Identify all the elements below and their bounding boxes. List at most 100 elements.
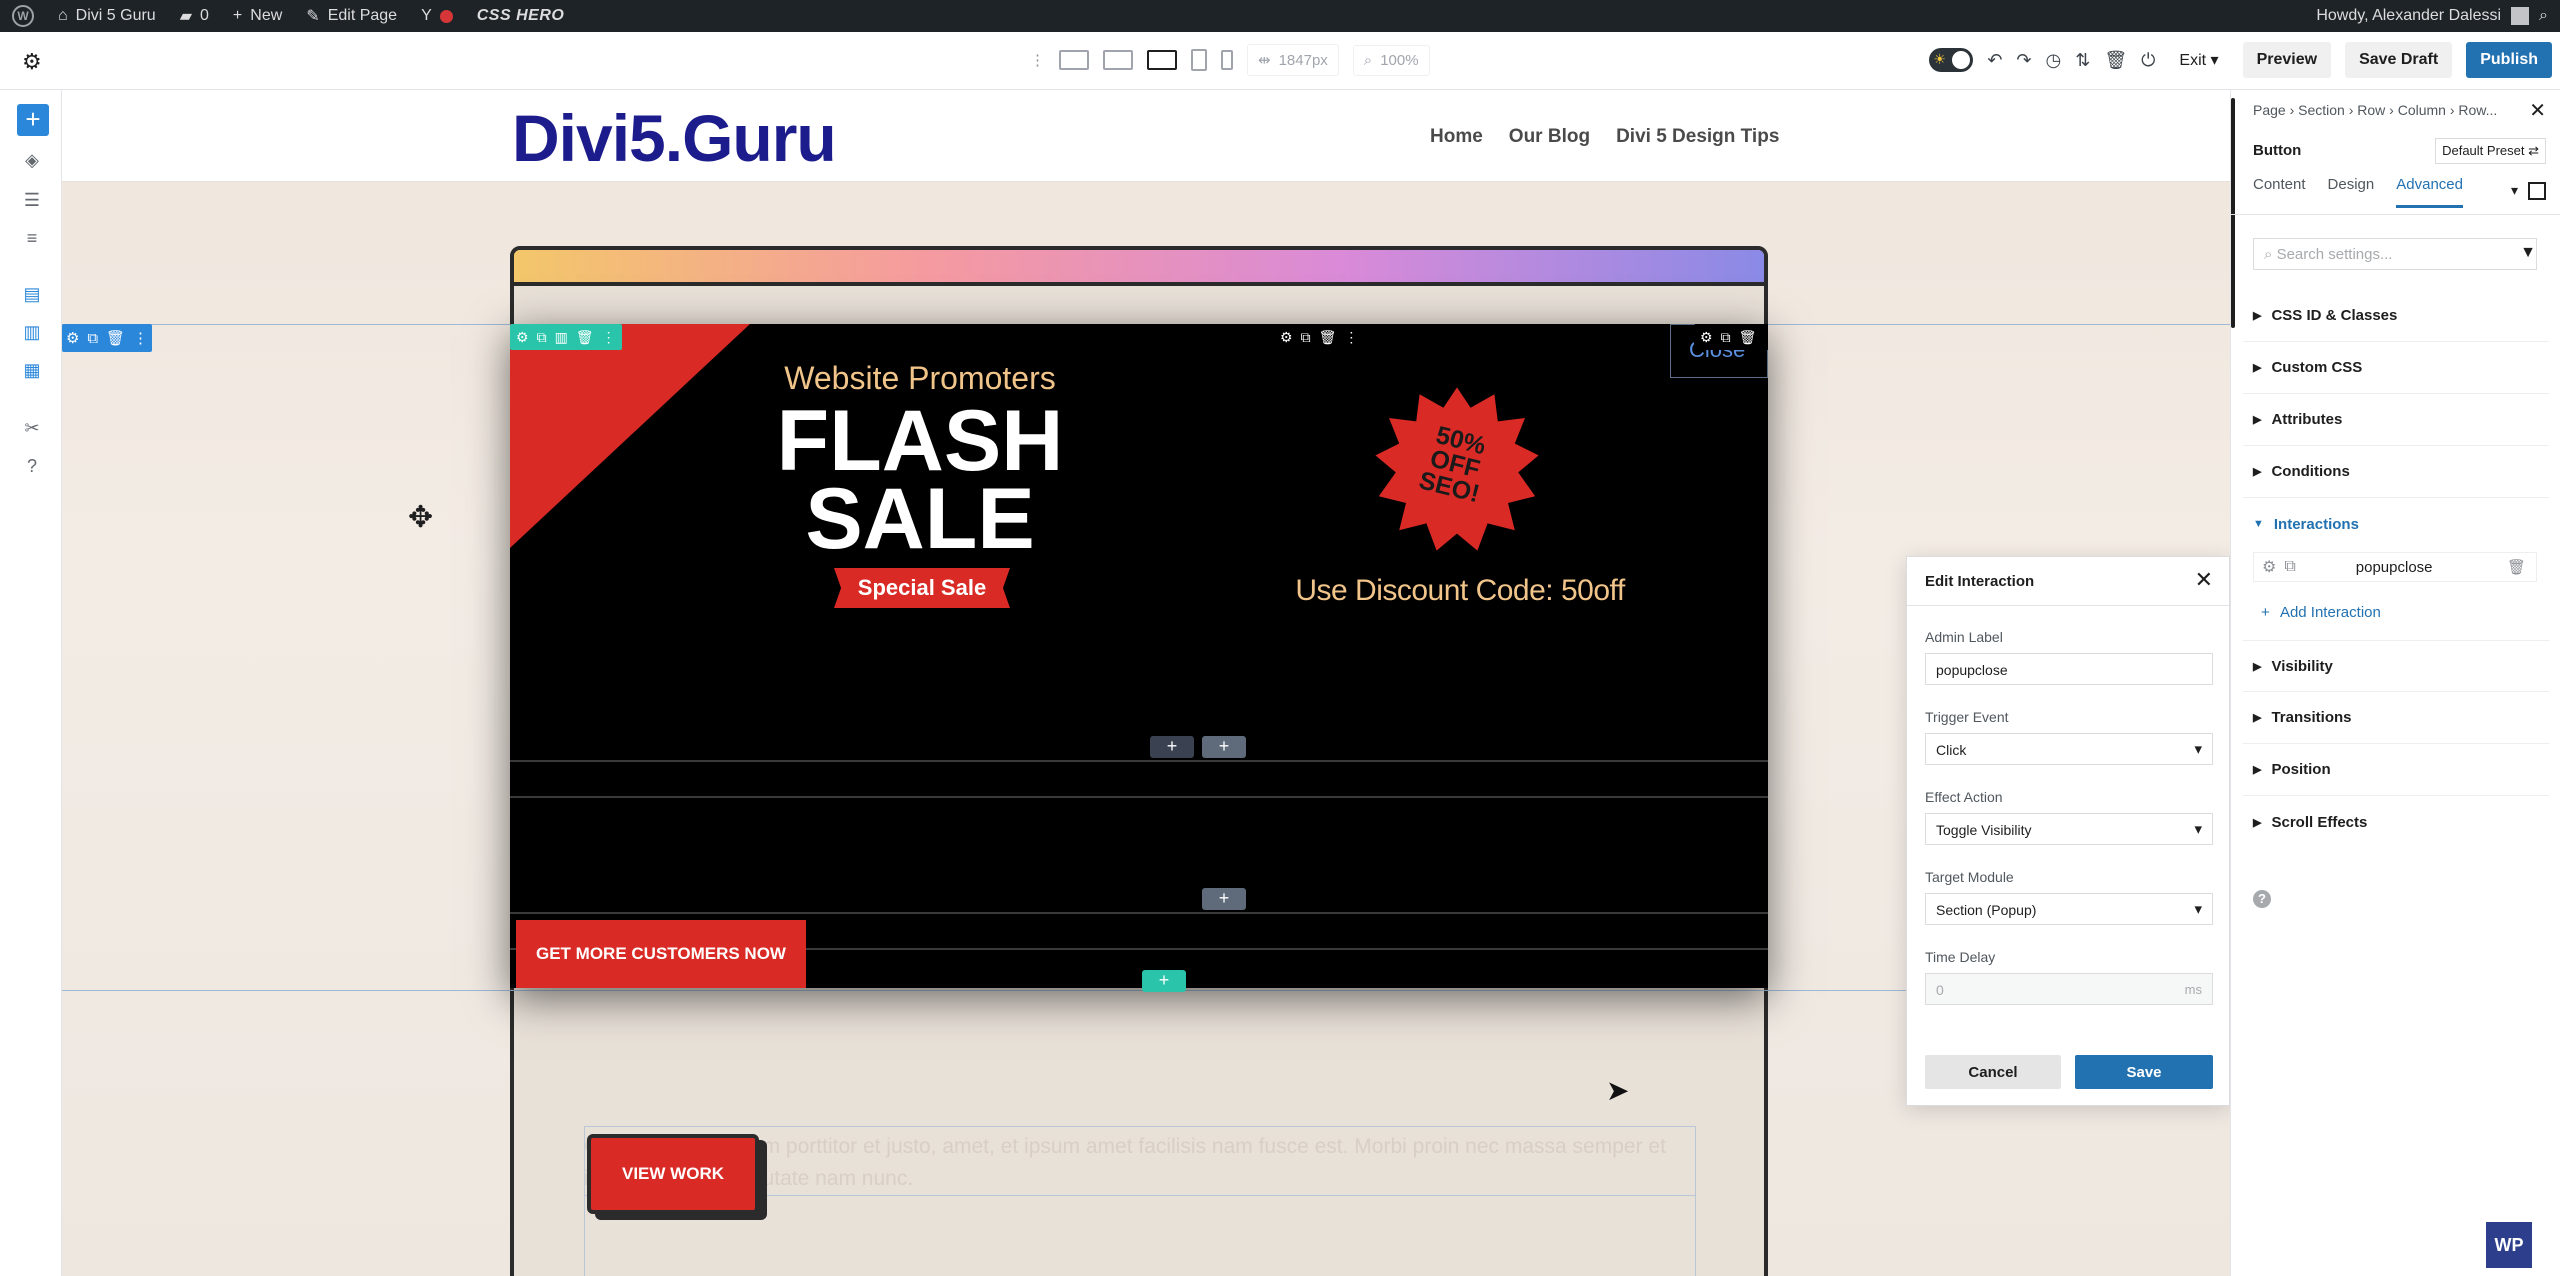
tab-design[interactable]: Design	[2328, 176, 2375, 208]
interaction-delete-icon[interactable]: 🗑	[2507, 558, 2526, 576]
theme-toggle[interactable]: ☀	[1929, 48, 1974, 72]
row-toolbar[interactable]: ⚙ ⧉ ▥ 🗑 ⋮	[510, 324, 622, 350]
page-templates-icon[interactable]: ▥	[20, 322, 44, 346]
css-hero-link[interactable]: CSS HERO	[465, 0, 577, 32]
tools-icon[interactable]: ✂	[20, 418, 44, 442]
nav-item-home[interactable]: Home	[1430, 126, 1483, 148]
page-library-icon[interactable]: ▦	[20, 360, 44, 384]
panel-scrollbar[interactable]	[2231, 98, 2235, 328]
row-delete-icon[interactable]: 🗑	[576, 329, 594, 346]
row-more-icon[interactable]: ⋮	[602, 329, 616, 346]
add-row-plus-button-2[interactable]: +	[1202, 888, 1246, 910]
close-more-icon[interactable]: ⋮	[1764, 329, 1768, 346]
tab-content[interactable]: Content	[2253, 176, 2306, 208]
page-settings-gear-icon[interactable]: ⚙	[22, 49, 42, 75]
add-module-button[interactable]: +	[17, 104, 49, 136]
undo-icon[interactable]: ↶	[1987, 50, 2002, 71]
settings-search-input[interactable]: ⌕ Search settings...	[2253, 238, 2537, 270]
section-delete-icon[interactable]: 🗑	[106, 329, 125, 347]
page-builder-icon[interactable]: ▤	[20, 284, 44, 308]
cancel-button[interactable]: Cancel	[1925, 1055, 2061, 1089]
site-name-link[interactable]: ⌂ Divi 5 Guru	[46, 0, 168, 32]
module-toolbar[interactable]: ⚙ ⧉ 🗑 ⋮	[1274, 324, 1365, 350]
popup-section[interactable]: Website Promoters FLASH SALE Special Sal…	[510, 324, 1768, 988]
trigger-event-select[interactable]: Click	[1925, 733, 2213, 765]
publish-button[interactable]: Publish	[2466, 42, 2552, 78]
view-work-button[interactable]: VIEW WORK	[587, 1134, 759, 1214]
yoast-menu[interactable]: Y	[409, 0, 465, 32]
zoom-field[interactable]: ⌕ 100%	[1352, 44, 1430, 76]
phone-view-icon[interactable]	[1221, 50, 1233, 70]
add-interaction-button[interactable]: + Add Interaction	[2261, 604, 2381, 621]
expand-panel-icon[interactable]	[2528, 182, 2546, 200]
tab-dropdown-icon[interactable]: ▾	[2511, 182, 2518, 200]
nav-item-blog[interactable]: Our Blog	[1509, 126, 1590, 148]
group-css-id-classes[interactable]: ▶ CSS ID & Classes	[2243, 290, 2549, 342]
tab-advanced[interactable]: Advanced	[2396, 176, 2463, 208]
exit-button[interactable]: Exit ▾	[2169, 44, 2228, 76]
filter-icon[interactable]: ▼	[2520, 244, 2536, 262]
section-duplicate-icon[interactable]: ⧉	[87, 330, 98, 347]
section-toolbar[interactable]: ⚙ ⧉ 🗑 ⋮	[62, 324, 152, 352]
effect-action-select[interactable]: Toggle Visibility	[1925, 813, 2213, 845]
close-settings-icon[interactable]: ⚙	[1700, 329, 1713, 346]
save-draft-button[interactable]: Save Draft	[2345, 42, 2453, 78]
add-module-plus-button[interactable]: +	[1150, 736, 1194, 758]
preset-select[interactable]: Default Preset ⇄	[2435, 138, 2546, 164]
close-icon[interactable]: ✕	[2195, 567, 2213, 593]
row-duplicate-icon[interactable]: ⧉	[537, 329, 547, 346]
add-row-plus-button[interactable]: +	[1202, 736, 1246, 758]
group-position[interactable]: ▶ Position	[2243, 744, 2549, 796]
more-vertical-icon[interactable]: ⋮	[1030, 51, 1045, 69]
tablet-view-icon[interactable]	[1191, 49, 1207, 71]
edit-page-link[interactable]: ✎ Edit Page	[294, 0, 409, 32]
search-icon[interactable]: ⌕	[2539, 7, 2548, 25]
module-settings-icon[interactable]: ⚙	[1280, 329, 1293, 346]
time-delay-input[interactable]: 0 ms	[1925, 973, 2213, 1005]
group-visibility[interactable]: ▶ Visibility	[2243, 640, 2549, 692]
close-panel-icon[interactable]: ✕	[2529, 98, 2546, 123]
desktop-wide-view-icon[interactable]	[1059, 50, 1089, 70]
layers-icon[interactable]: ◈	[20, 150, 44, 174]
interaction-settings-icon[interactable]: ⚙	[2262, 557, 2276, 577]
preview-button[interactable]: Preview	[2242, 42, 2332, 78]
settings-sliders-icon[interactable]: ≡	[20, 228, 44, 252]
target-module-select[interactable]: Section (Popup)	[1925, 893, 2213, 925]
group-scroll-effects[interactable]: ▶ Scroll Effects	[2243, 796, 2549, 848]
database-icon[interactable]: ☰	[20, 190, 44, 214]
help-icon[interactable]: ?	[2253, 890, 2271, 908]
close-module-toolbar[interactable]: ⚙ ⧉ 🗑 ⋮	[1694, 324, 1768, 350]
wordpress-logo-button[interactable]: W	[0, 0, 46, 32]
close-delete-icon[interactable]: 🗑	[1739, 329, 1757, 346]
clear-layout-trash-icon[interactable]: 🗑	[2104, 50, 2127, 71]
save-button[interactable]: Save	[2075, 1055, 2213, 1089]
breadcrumb[interactable]: Page › Section › Row › Column › Row...	[2253, 102, 2497, 118]
group-transitions[interactable]: ▶ Transitions	[2243, 692, 2549, 744]
redo-icon[interactable]: ↷	[2016, 50, 2031, 71]
group-interactions[interactable]: ▼ Interactions	[2243, 498, 2549, 550]
group-conditions[interactable]: ▶ Conditions	[2243, 446, 2549, 498]
admin-label-input[interactable]: popupclose	[1925, 653, 2213, 685]
desktop-view-icon[interactable]	[1103, 50, 1133, 70]
help-icon[interactable]: ?	[20, 456, 44, 480]
row-columns-icon[interactable]: ▥	[555, 329, 568, 346]
site-logo[interactable]: Divi5.Guru	[512, 100, 837, 176]
howdy-user-link[interactable]: Howdy, Alexander Dalessi	[2316, 7, 2501, 25]
desktop-active-view-icon[interactable]	[1147, 50, 1177, 70]
history-icon[interactable]: ◷	[2046, 50, 2062, 71]
portability-icon[interactable]: ⇅	[2075, 50, 2090, 71]
close-duplicate-icon[interactable]: ⧉	[1721, 329, 1731, 346]
canvas-width-field[interactable]: ⇹ 1847px	[1247, 44, 1339, 76]
comments-link[interactable]: ▰ 0	[168, 0, 221, 32]
get-more-customers-button[interactable]: GET MORE CUSTOMERS NOW	[516, 920, 806, 988]
avatar[interactable]	[2511, 7, 2530, 25]
interaction-duplicate-icon[interactable]: ⧉	[2284, 558, 2295, 576]
section-settings-icon[interactable]: ⚙	[66, 329, 79, 347]
module-more-icon[interactable]: ⋮	[1344, 329, 1358, 346]
module-delete-icon[interactable]: 🗑	[1319, 329, 1337, 346]
power-icon[interactable]: ⏻	[2141, 50, 2155, 71]
add-section-plus-button[interactable]: +	[1142, 970, 1186, 992]
group-custom-css[interactable]: ▶ Custom CSS	[2243, 342, 2549, 394]
nav-item-design-tips[interactable]: Divi 5 Design Tips	[1616, 126, 1779, 148]
interaction-item[interactable]: ⚙ ⧉ popupclose 🗑	[2253, 552, 2537, 582]
